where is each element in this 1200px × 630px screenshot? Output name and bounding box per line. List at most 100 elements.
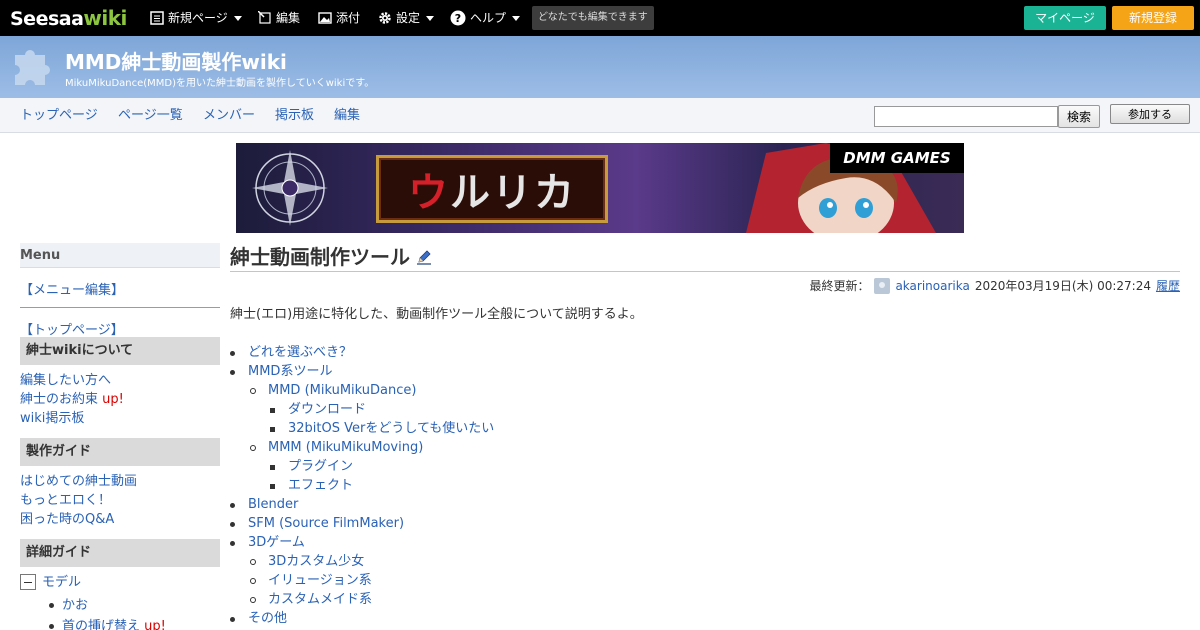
settings-menu[interactable]: 設定	[378, 9, 435, 27]
toc-plugin[interactable]: プラグイン	[288, 457, 353, 476]
sidebar-top-page-link[interactable]: 【トップページ】	[20, 319, 124, 338]
list-bullet	[270, 427, 275, 432]
site-header: MMD紳士動画製作wiki MikuMikuDance(MMD)を用いた紳士動画…	[0, 36, 1200, 98]
toc-3dgame[interactable]: 3Dゲーム	[248, 533, 305, 552]
nav-edit[interactable]: 編集	[334, 107, 360, 124]
game-logo: ウルリカ	[376, 155, 608, 223]
nav-page-list[interactable]: ページ一覧	[118, 107, 183, 124]
sidebar-item-for-editors[interactable]: 編集したい方へ	[20, 371, 111, 390]
top-bar: Seesaawiki 新規ページ 編集 添付 設定 ? ヘルプ どなたでも編集で…	[0, 0, 1200, 36]
list-bullet	[250, 388, 256, 394]
attach-menu[interactable]: 添付	[318, 9, 360, 27]
new-page-label: 新規ページ	[168, 11, 228, 25]
list-bullet	[230, 522, 235, 527]
list-bullet	[270, 484, 275, 489]
pencil-icon[interactable]	[416, 249, 432, 265]
edit-menu[interactable]: 編集	[258, 9, 300, 27]
game-logo-text-red: ウ	[408, 169, 450, 216]
toc-mmm[interactable]: MMM (MikuMikuMoving)	[268, 438, 423, 457]
list-bullet	[250, 445, 256, 451]
toc-download[interactable]: ダウンロード	[288, 400, 366, 419]
last-updated: 最終更新： akarinoarika 2020年03月19日(木) 00:27:…	[809, 278, 1180, 294]
global-nav: トップページ ページ一覧 メンバー 掲示板 編集 検索 参加する	[0, 98, 1200, 133]
list-bullet	[270, 408, 275, 413]
gear-icon	[379, 12, 391, 24]
puzzle-piece-icon	[15, 50, 50, 85]
last-updated-label: 最終更新：	[809, 279, 870, 293]
intro-text: 紳士(エロ)用途に特化した、動画制作ツール全般について説明するよ。	[230, 307, 643, 322]
sidebar-item-more-erotic[interactable]: もっとエロく！	[20, 491, 111, 510]
list-bullet	[250, 597, 256, 603]
editable-badge: どなたでも編集できます	[532, 6, 654, 30]
up-badge: up!	[144, 619, 166, 630]
sidebar-section-detail-guide: 詳細ガイド	[20, 539, 220, 567]
sidebar-item-first-video[interactable]: はじめての紳士動画	[20, 472, 137, 491]
up-badge: up!	[102, 392, 124, 407]
nav-members[interactable]: メンバー	[203, 107, 255, 124]
toc-illusion[interactable]: イリュージョン系	[268, 571, 372, 590]
collapse-toggle[interactable]	[20, 574, 36, 590]
menu-edit-link[interactable]: 【メニュー編集】	[20, 279, 124, 298]
chevron-down-icon	[426, 15, 435, 21]
list-bullet	[250, 578, 256, 584]
list-bullet	[230, 617, 235, 622]
toc-effect[interactable]: エフェクト	[288, 476, 353, 495]
sidebar-item-rules[interactable]: 紳士のお約束	[20, 392, 98, 407]
list-bullet	[230, 541, 235, 546]
dmm-games-logo: DMM GAMES	[830, 143, 964, 173]
game-logo-text: ルリカ	[450, 169, 576, 216]
edit-label: 編集	[276, 11, 301, 25]
sidebar-item-model[interactable]: モデル	[42, 573, 81, 592]
sidebar-section-about: 紳士wikiについて	[20, 337, 220, 365]
toc-blender[interactable]: Blender	[248, 495, 298, 514]
sidebar-item-head-swap-row: 首の挿げ替え up!	[62, 617, 166, 630]
title-underline	[230, 271, 1180, 272]
toc-mmd[interactable]: MMD (MikuMikuDance)	[268, 381, 416, 400]
sidebar-item-face[interactable]: かお	[62, 596, 88, 615]
logo-wiki-text: wiki	[83, 6, 127, 30]
list-bullet	[49, 624, 54, 629]
search-button[interactable]: 検索	[1058, 105, 1100, 128]
join-button[interactable]: 参加する	[1110, 104, 1190, 124]
ad-banner[interactable]: ウルリカ DMM GAMES	[236, 143, 964, 233]
nav-bbs[interactable]: 掲示板	[275, 107, 314, 124]
chevron-down-icon	[233, 15, 242, 21]
page-title-text: 紳士動画制作ツール	[230, 245, 410, 269]
image-icon	[318, 12, 332, 24]
search-input[interactable]	[874, 106, 1058, 127]
new-page-menu[interactable]: 新規ページ	[150, 9, 242, 27]
sidebar-item-wiki-bbs[interactable]: wiki掲示板	[20, 409, 84, 428]
toc-32bit[interactable]: 32bitOS Verをどうしても使いたい	[288, 419, 494, 438]
help-menu[interactable]: ? ヘルプ	[450, 9, 521, 27]
signup-button[interactable]: 新規登録	[1112, 6, 1194, 30]
updated-timestamp: 2020年03月19日(木) 00:27:24	[974, 279, 1151, 293]
list-bullet	[230, 503, 235, 508]
seesaa-wiki-logo[interactable]: Seesaawiki	[10, 6, 127, 30]
menu-heading: Menu	[20, 243, 220, 268]
page-icon	[150, 11, 164, 25]
sidebar-item-qa[interactable]: 困った時のQ&A	[20, 510, 114, 529]
toc-mmd-tools[interactable]: MMD系ツール	[248, 362, 332, 381]
list-bullet	[250, 559, 256, 565]
sidebar-item-head-swap[interactable]: 首の挿げ替え	[62, 619, 140, 630]
site-title[interactable]: MMD紳士動画製作wiki	[65, 50, 287, 74]
sidebar-item-rules-row: 紳士のお約束 up!	[20, 390, 124, 409]
site-subtitle: MikuMikuDance(MMD)を用いた紳士動画を製作していくwikiです。	[65, 78, 375, 89]
list-bullet	[230, 351, 235, 356]
help-label: ヘルプ	[470, 11, 507, 25]
nav-top-page[interactable]: トップページ	[20, 107, 98, 124]
toc-other[interactable]: その他	[248, 609, 287, 628]
toc-which[interactable]: どれを選ぶべき？	[248, 343, 352, 362]
history-link[interactable]: 履歴	[1156, 278, 1180, 294]
help-icon: ?	[450, 10, 466, 26]
list-bullet	[270, 465, 275, 470]
sidebar: Menu 【メニュー編集】 【トップページ】 紳士wikiについて 編集したい方…	[20, 243, 220, 630]
list-bullet	[49, 603, 54, 608]
toc-sfm[interactable]: SFM (Source FilmMaker)	[248, 514, 404, 533]
avatar	[874, 278, 891, 294]
author-link[interactable]: akarinoarika	[895, 278, 969, 294]
toc-custommaid[interactable]: カスタムメイド系	[268, 590, 372, 609]
edit-icon	[258, 11, 271, 24]
toc-3dcustom[interactable]: 3Dカスタム少女	[268, 552, 364, 571]
mypage-button[interactable]: マイページ	[1024, 6, 1106, 30]
